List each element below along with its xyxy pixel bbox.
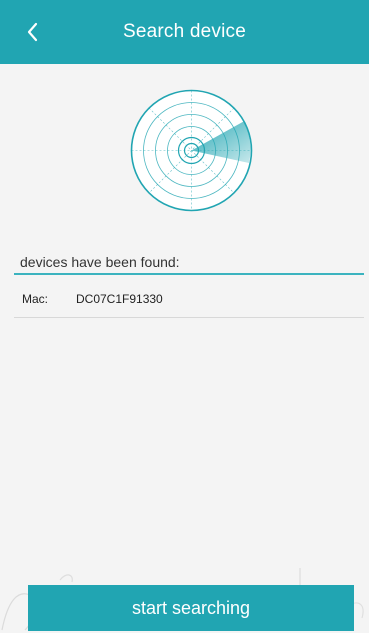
mac-label: Mac: <box>22 292 49 306</box>
start-searching-button[interactable]: start searching <box>28 585 354 631</box>
found-devices-label: devices have been found: <box>20 254 180 270</box>
found-devices-header: devices have been found: <box>14 246 364 275</box>
radar-icon <box>130 89 253 212</box>
chevron-left-icon <box>27 22 38 42</box>
device-list-item[interactable]: Mac: DC07C1F91330 <box>14 282 364 318</box>
page-title: Search device <box>122 21 246 42</box>
back-button[interactable] <box>18 18 46 46</box>
mac-address: DC07C1F91330 <box>76 292 163 306</box>
title-bar: Search device <box>0 0 369 64</box>
